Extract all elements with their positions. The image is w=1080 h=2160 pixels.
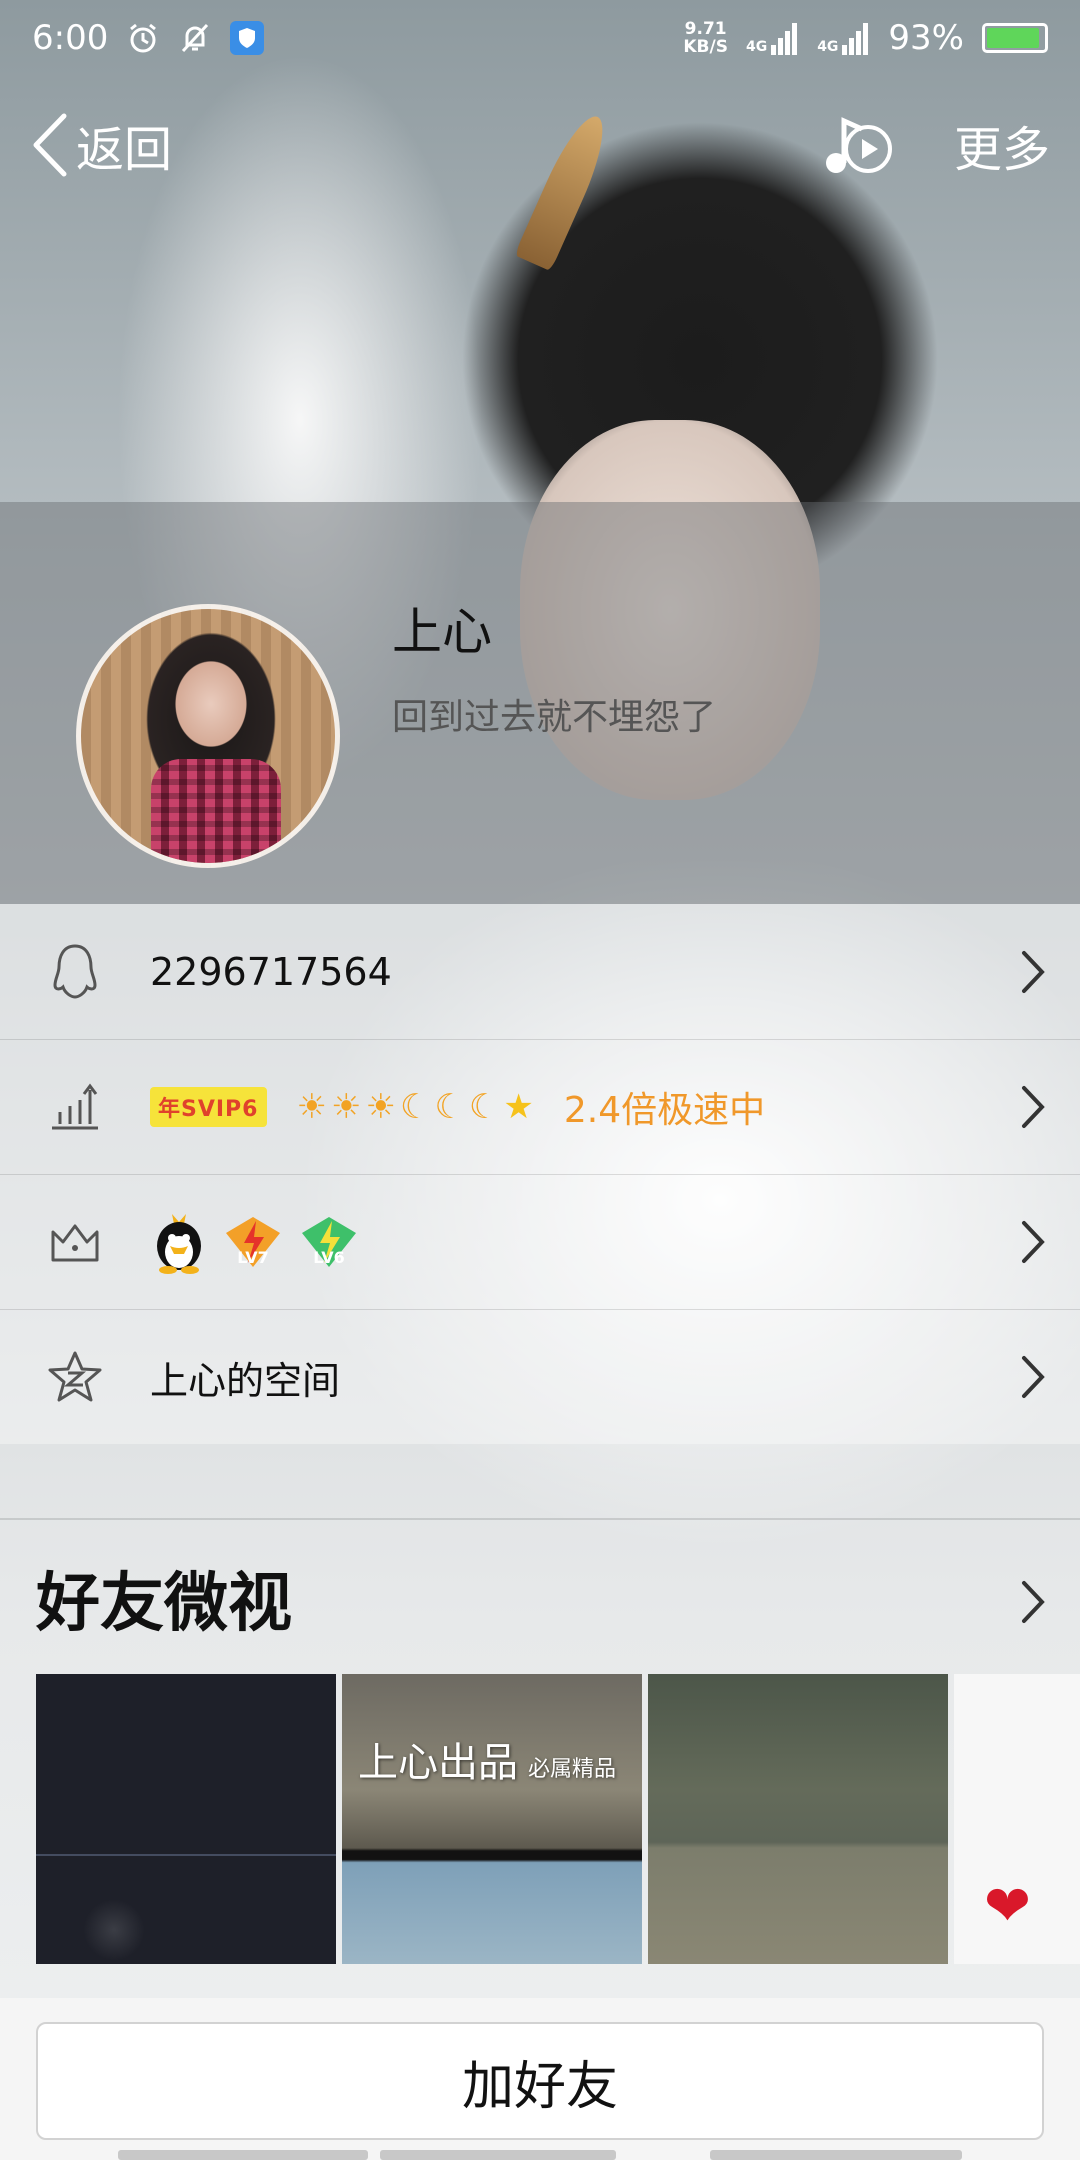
signal-1: 4G: [746, 21, 799, 55]
battery-percent: 93%: [888, 18, 964, 58]
star-icon: ★: [503, 1087, 534, 1127]
sun-icon: ☀: [330, 1087, 362, 1127]
diamond-vip-icon: LV6: [298, 1213, 360, 1271]
vip-icons: LV7 LV6: [150, 1210, 360, 1274]
signal-2-label: 4G: [817, 39, 839, 55]
info-list: 2296717564 年SVIP6 ☀ ☀ ☀ ☾ ☾ ☾ ★ 2.4倍极速中: [0, 904, 1080, 1444]
chevron-right-icon: [1022, 950, 1045, 993]
speed-status: 2.4倍极速中: [563, 1090, 766, 1131]
moon-icon: ☾: [399, 1087, 431, 1127]
chevron-right-icon: [1022, 1221, 1045, 1263]
vip-row[interactable]: LV7 LV6: [0, 1174, 1080, 1309]
status-left: 6:00: [32, 18, 265, 58]
heart-icon: ❤: [984, 1874, 1031, 1939]
net-speed-value: 9.71: [684, 19, 727, 39]
status-bar: 6:00 9.71 KB/S 4G 4G 93%: [0, 0, 1080, 76]
nav-bar: 返回 更多: [0, 100, 1080, 190]
moments-title: 好友微视: [36, 1566, 292, 1641]
nav-actions: 更多: [822, 110, 1050, 180]
level-row[interactable]: 年SVIP6 ☀ ☀ ☀ ☾ ☾ ☾ ★ 2.4倍极速中: [0, 1039, 1080, 1174]
chevron-right-icon: [1022, 1581, 1045, 1623]
svip-badge: 年SVIP6: [150, 1087, 267, 1127]
avatar-detail: [151, 759, 281, 863]
qzone-row[interactable]: 上心的空间: [0, 1309, 1080, 1444]
sun-icon: ☀: [365, 1087, 396, 1127]
qzone-star-icon: [0, 1310, 150, 1445]
add-friend-button[interactable]: 加好友: [36, 2022, 1044, 2140]
qq-vip-penguin-icon: [157, 1214, 201, 1274]
crown-icon: [0, 1175, 150, 1310]
moments-strip[interactable]: 上心出品 必属精品 ❤: [36, 1674, 1080, 1964]
battery-fill: [987, 28, 1039, 48]
qq-number: 2296717564: [150, 949, 392, 994]
vip-level-2: LV6: [313, 1248, 345, 1267]
nickname: 上心: [392, 603, 492, 661]
level-icons: ☀ ☀ ☀ ☾ ☾ ☾ ★: [297, 1087, 534, 1127]
moon-icon: ☾: [434, 1087, 465, 1127]
speed-vip-icon: LV7: [222, 1213, 284, 1271]
growth-chart-icon: [0, 1040, 150, 1175]
signal-2: 4G: [817, 21, 870, 55]
moon-icon: ☾: [468, 1087, 500, 1127]
chevron-right-icon: [1022, 1086, 1045, 1128]
moment-thumbnail[interactable]: [648, 1674, 948, 1964]
back-button[interactable]: 返回: [30, 110, 172, 180]
thumbnail-caption: 上心出品 必属精品: [358, 1730, 616, 1788]
network-speed: 9.71 KB/S: [683, 20, 728, 56]
moment-thumbnail[interactable]: ❤: [954, 1674, 1080, 1964]
mute-bell-icon: [182, 23, 209, 53]
thumbnail-caption-sub: 必属精品: [528, 1757, 617, 1782]
signal-bars-icon: [842, 23, 869, 55]
moment-thumbnail[interactable]: 上心出品 必属精品: [342, 1674, 642, 1964]
bottom-indicator: [710, 2150, 962, 2160]
moments-header[interactable]: 好友微视: [0, 1535, 1080, 1660]
status-time: 6:00: [32, 18, 109, 58]
thumbnail-caption-main: 上心出品: [358, 1740, 518, 1786]
net-speed-unit: KB/S: [683, 37, 728, 57]
section-divider: [0, 1518, 1080, 1520]
more-button[interactable]: 更多: [954, 110, 1050, 180]
chevron-right-icon: [1022, 1356, 1045, 1398]
vip-level-1: LV7: [237, 1248, 269, 1267]
signature: 回到过去就不埋怨了: [392, 697, 717, 738]
signal-1-label: 4G: [745, 39, 768, 55]
battery-icon: [982, 23, 1048, 53]
signal-bars-icon: [771, 23, 798, 55]
sun-icon: ☀: [296, 1087, 327, 1127]
alarm-icon: [130, 23, 157, 53]
avatar[interactable]: [76, 604, 340, 868]
music-play-icon[interactable]: [822, 113, 894, 177]
bottom-indicator: [380, 2150, 616, 2160]
qzone-label: 上心的空间: [150, 1358, 341, 1403]
bottom-indicator: [118, 2150, 368, 2160]
status-right: 9.71 KB/S 4G 4G 93%: [683, 18, 1048, 58]
moment-thumbnail[interactable]: [36, 1674, 336, 1964]
chevron-left-icon: [33, 113, 67, 177]
qq-number-row[interactable]: 2296717564: [0, 904, 1080, 1039]
security-shield-icon: [230, 21, 265, 55]
back-label: 返回: [76, 122, 173, 178]
penguin-outline-icon: [0, 904, 150, 1039]
